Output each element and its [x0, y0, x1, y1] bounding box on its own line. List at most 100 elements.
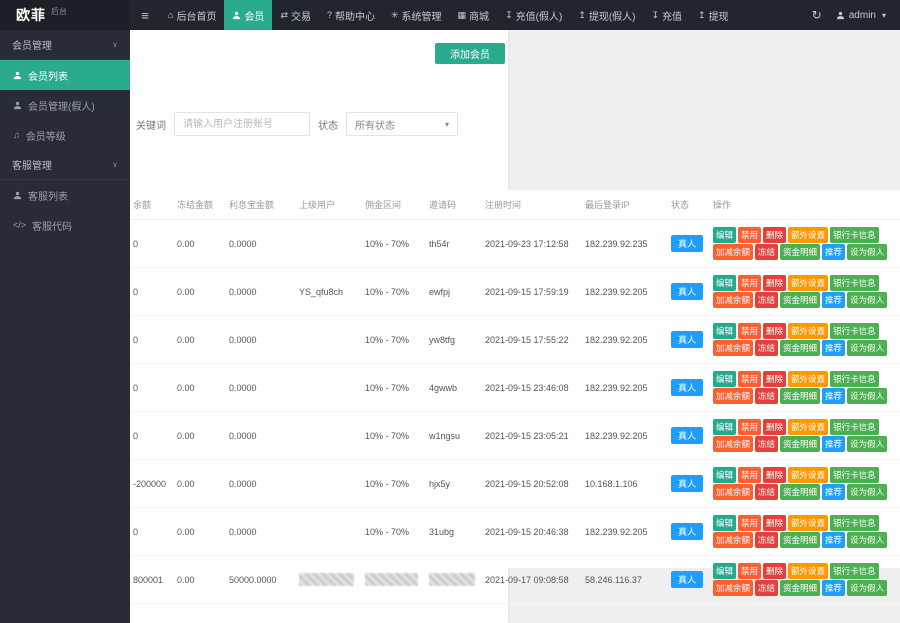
action-button[interactable]: 设为假人 — [847, 340, 887, 356]
action-button[interactable]: 额外设置 — [788, 419, 828, 435]
action-button[interactable]: 资金明细 — [780, 340, 820, 356]
action-button[interactable]: 推荐 — [822, 532, 845, 548]
action-button[interactable]: 资金明细 — [780, 292, 820, 308]
nav-item-gear[interactable]: ✳系统管理 — [383, 0, 450, 30]
action-button[interactable]: 删除 — [763, 275, 786, 291]
action-button[interactable]: 银行卡信息 — [830, 563, 879, 579]
action-button[interactable]: 推荐 — [822, 436, 845, 452]
sidebar-item[interactable]: </>客服代码 — [0, 210, 130, 240]
nav-item-withdraw[interactable]: ↥提现(假人) — [570, 0, 643, 30]
action-button[interactable]: 冻结 — [755, 388, 778, 404]
action-button[interactable]: 编辑 — [713, 467, 736, 483]
action-button[interactable]: 额外设置 — [788, 227, 828, 243]
action-button[interactable]: 编辑 — [713, 419, 736, 435]
sidebar-item[interactable]: 会员列表 — [0, 60, 130, 90]
action-button[interactable]: 推荐 — [822, 292, 845, 308]
action-button[interactable]: 冻结 — [755, 292, 778, 308]
action-button[interactable]: 银行卡信息 — [830, 371, 879, 387]
sidebar-item[interactable]: 会员管理(假人) — [0, 90, 130, 120]
action-button[interactable]: 禁用 — [738, 467, 761, 483]
action-button[interactable]: 设为假人 — [847, 388, 887, 404]
action-button[interactable]: 额外设置 — [788, 515, 828, 531]
menu-icon[interactable]: ≡ — [130, 0, 160, 30]
action-button[interactable]: 编辑 — [713, 515, 736, 531]
action-button[interactable]: 禁用 — [738, 323, 761, 339]
action-button[interactable]: 禁用 — [738, 275, 761, 291]
action-button[interactable]: 资金明细 — [780, 388, 820, 404]
action-button[interactable]: 资金明细 — [780, 244, 820, 260]
action-button[interactable]: 设为假人 — [847, 292, 887, 308]
action-button[interactable]: 编辑 — [713, 371, 736, 387]
action-button[interactable]: 设为假人 — [847, 436, 887, 452]
add-member-button[interactable]: 添加会员 — [435, 43, 505, 64]
action-button[interactable]: 冻结 — [755, 580, 778, 596]
nav-item-recharge[interactable]: ↧充值 — [644, 0, 691, 30]
action-button[interactable]: 禁用 — [738, 515, 761, 531]
nav-item-withdraw[interactable]: ↥提现 — [690, 0, 737, 30]
action-button[interactable]: 银行卡信息 — [830, 275, 879, 291]
action-button[interactable]: 编辑 — [713, 323, 736, 339]
action-button[interactable]: 编辑 — [713, 227, 736, 243]
action-button[interactable]: 删除 — [763, 563, 786, 579]
sidebar-group-header[interactable]: 会员管理∨ — [0, 30, 130, 60]
nav-item-home[interactable]: ⌂后台首页 — [160, 0, 224, 30]
action-button[interactable]: 额外设置 — [788, 323, 828, 339]
action-button[interactable]: 禁用 — [738, 419, 761, 435]
action-button[interactable]: 额外设置 — [788, 563, 828, 579]
action-button[interactable]: 推荐 — [822, 340, 845, 356]
action-button[interactable]: 加减余额 — [713, 580, 753, 596]
sidebar-item[interactable]: ♫会员等级 — [0, 120, 130, 150]
nav-item-recharge[interactable]: ↧充值(假人) — [497, 0, 570, 30]
action-button[interactable]: 推荐 — [822, 244, 845, 260]
action-button[interactable]: 设为假人 — [847, 484, 887, 500]
action-button[interactable]: 推荐 — [822, 580, 845, 596]
action-button[interactable]: 额外设置 — [788, 371, 828, 387]
action-button[interactable]: 冻结 — [755, 484, 778, 500]
action-button[interactable]: 银行卡信息 — [830, 323, 879, 339]
action-button[interactable]: 推荐 — [822, 388, 845, 404]
action-button[interactable]: 银行卡信息 — [830, 515, 879, 531]
action-button[interactable]: 加减余额 — [713, 340, 753, 356]
action-button[interactable]: 冻结 — [755, 244, 778, 260]
action-button[interactable]: 加减余额 — [713, 244, 753, 260]
action-button[interactable]: 资金明细 — [780, 532, 820, 548]
action-button[interactable]: 额外设置 — [788, 275, 828, 291]
action-button[interactable]: 设为假人 — [847, 580, 887, 596]
action-button[interactable]: 删除 — [763, 227, 786, 243]
action-button[interactable]: 禁用 — [738, 227, 761, 243]
action-button[interactable]: 设为假人 — [847, 532, 887, 548]
nav-item-coin[interactable]: ⇄交易 — [272, 0, 319, 30]
action-button[interactable]: 银行卡信息 — [830, 467, 879, 483]
status-select[interactable]: 所有状态 ▾ — [346, 112, 458, 136]
keyword-input[interactable] — [174, 112, 310, 136]
action-button[interactable]: 删除 — [763, 323, 786, 339]
action-button[interactable]: 删除 — [763, 371, 786, 387]
nav-item-help[interactable]: ?帮助中心 — [319, 0, 383, 30]
action-button[interactable]: 删除 — [763, 515, 786, 531]
action-button[interactable]: 银行卡信息 — [830, 419, 879, 435]
action-button[interactable]: 禁用 — [738, 563, 761, 579]
action-button[interactable]: 冻结 — [755, 532, 778, 548]
action-button[interactable]: 冻结 — [755, 340, 778, 356]
action-button[interactable]: 禁用 — [738, 371, 761, 387]
action-button[interactable]: 推荐 — [822, 484, 845, 500]
action-button[interactable]: 资金明细 — [780, 484, 820, 500]
action-button[interactable]: 删除 — [763, 467, 786, 483]
user-menu[interactable]: admin ▾ — [836, 10, 886, 21]
action-button[interactable]: 冻结 — [755, 436, 778, 452]
nav-item-user[interactable]: 会员 — [224, 0, 272, 30]
action-button[interactable]: 编辑 — [713, 275, 736, 291]
action-button[interactable]: 资金明细 — [780, 580, 820, 596]
nav-item-shop[interactable]: ▦商城 — [450, 0, 498, 30]
action-button[interactable]: 加减余额 — [713, 292, 753, 308]
action-button[interactable]: 额外设置 — [788, 467, 828, 483]
refresh-icon[interactable]: ↻ — [812, 8, 822, 22]
sidebar-group-header[interactable]: 客服管理∨ — [0, 150, 130, 180]
action-button[interactable]: 设为假人 — [847, 244, 887, 260]
action-button[interactable]: 银行卡信息 — [830, 227, 879, 243]
action-button[interactable]: 加减余额 — [713, 532, 753, 548]
action-button[interactable]: 删除 — [763, 419, 786, 435]
sidebar-item[interactable]: 客服列表 — [0, 180, 130, 210]
action-button[interactable]: 加减余额 — [713, 388, 753, 404]
action-button[interactable]: 资金明细 — [780, 436, 820, 452]
